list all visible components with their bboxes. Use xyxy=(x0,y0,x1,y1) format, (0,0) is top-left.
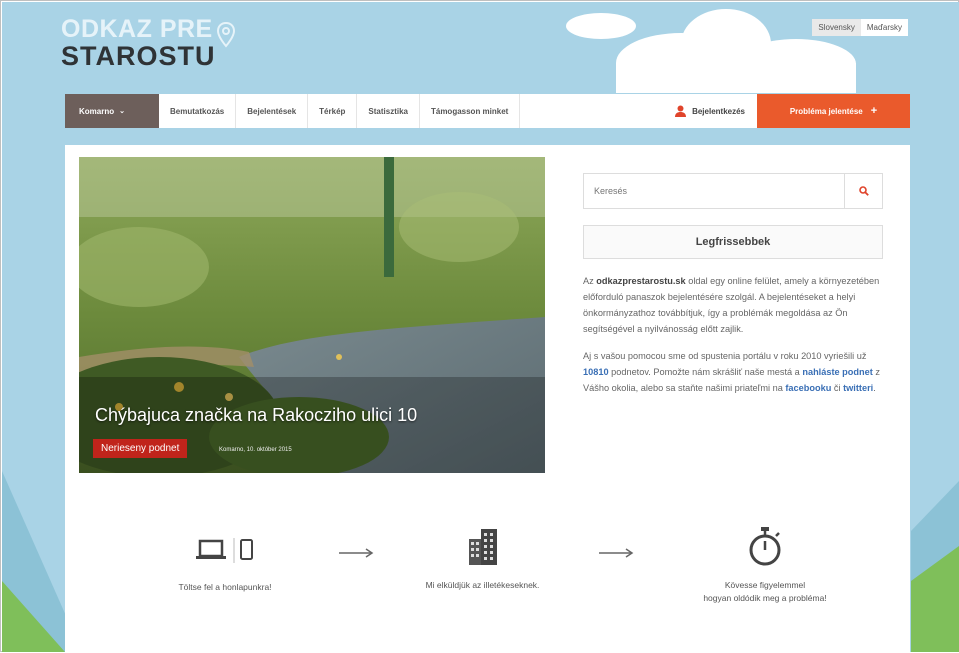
page-frame: ODKAZ PRE STAROSTU Slovensky Maďarsky Ko… xyxy=(0,0,959,653)
step-follow: Kövesse figyelemmel hogyan oldódik meg a… xyxy=(660,525,870,605)
search-box xyxy=(583,173,883,209)
plus-icon: + xyxy=(870,105,878,117)
nav-item-statistics[interactable]: Statisztika xyxy=(357,94,420,128)
site-logo[interactable]: ODKAZ PRE STAROSTU xyxy=(61,17,216,70)
login-label: Bejelentkezés xyxy=(692,106,745,116)
arrow-right-icon xyxy=(339,548,374,558)
city-label: Komarno xyxy=(79,106,115,116)
building-icon xyxy=(468,529,497,565)
step-label-2: hogyan oldódik meg a probléma! xyxy=(703,593,827,603)
desc-text: či xyxy=(833,383,841,393)
map-pin-icon xyxy=(216,21,236,48)
step-label: Kövesse figyelemmel xyxy=(724,580,806,590)
lang-hungarian[interactable]: Maďarsky xyxy=(860,19,908,36)
main-nav: Komarno ⌄ Bemutatkozás Bejelentések Térk… xyxy=(65,94,910,128)
desc-text: Aj s vašou pomocou sme od spustenia port… xyxy=(583,351,867,361)
login-link[interactable]: Bejelentkezés xyxy=(663,94,757,128)
city-dropdown[interactable]: Komarno ⌄ xyxy=(65,94,159,128)
featured-meta: Komarno, 10. október 2015 xyxy=(219,447,292,453)
description-paragraph-1: Az odkazprestarostu.sk oldal egy online … xyxy=(583,273,885,337)
site-name: odkazprestarostu.sk xyxy=(596,276,686,286)
desc-text: Az xyxy=(583,276,594,286)
report-problem-button[interactable]: Probléma jelentése + xyxy=(757,94,910,128)
desc-text: podnetov. Pomožte nám skrášliť naše mest… xyxy=(611,367,800,377)
report-label: Probléma jelentése xyxy=(789,106,863,116)
facebook-link[interactable]: facebooku xyxy=(785,383,831,393)
chevron-down-icon: ⌄ xyxy=(119,108,125,115)
stopwatch-icon xyxy=(749,527,781,566)
step-forward: Mi elküldjük az illetékeseknek. xyxy=(390,525,575,592)
search-input[interactable] xyxy=(584,174,844,208)
description-paragraph-2: Aj s vašou pomocou sme od spustenia port… xyxy=(583,348,885,396)
status-badge: Nerieseny podnet xyxy=(93,439,188,458)
resolved-count: 10810 xyxy=(583,367,609,377)
language-switcher: Slovensky Maďarsky xyxy=(812,19,908,36)
logo-line1: ODKAZ PRE xyxy=(61,15,213,43)
lang-slovak[interactable]: Slovensky xyxy=(812,19,861,36)
nav-item-about[interactable]: Bemutatkozás xyxy=(159,94,237,128)
cloud-base xyxy=(616,63,856,93)
cloud xyxy=(566,13,636,39)
search-icon xyxy=(858,186,869,196)
latest-button[interactable]: Legfrissebbek xyxy=(583,225,883,259)
arrow-right-icon xyxy=(599,548,634,558)
nav-item-support[interactable]: Támogasson minket xyxy=(420,94,521,128)
report-link[interactable]: nahláste podnet xyxy=(802,367,872,377)
search-button[interactable] xyxy=(844,174,882,208)
step-upload: Töltse fel a honlapunkra! xyxy=(140,535,310,594)
nav-item-reports[interactable]: Bejelentések xyxy=(236,94,309,128)
user-icon xyxy=(675,105,687,117)
step-label: Mi elküldjük az illetékeseknek. xyxy=(425,580,540,590)
logo-line2: STAROSTU xyxy=(61,41,216,71)
featured-title[interactable]: Chýbajuca značka na Rakocziho ulici 10 xyxy=(95,405,417,426)
desc-text: . xyxy=(873,383,876,393)
how-it-works: Töltse fel a honlapunkra! Mi elküldjük a… xyxy=(65,525,910,645)
laptop-phone-icon xyxy=(196,538,253,563)
twitter-link[interactable]: twitteri xyxy=(843,383,873,393)
site-description: Az odkazprestarostu.sk oldal egy online … xyxy=(583,273,885,407)
nav-item-map[interactable]: Térkép xyxy=(308,94,358,128)
content-panel: Chýbajuca značka na Rakocziho ulici 10 N… xyxy=(65,145,910,653)
step-label: Töltse fel a honlapunkra! xyxy=(178,582,272,592)
featured-report-card[interactable]: Chýbajuca značka na Rakocziho ulici 10 N… xyxy=(79,157,545,473)
